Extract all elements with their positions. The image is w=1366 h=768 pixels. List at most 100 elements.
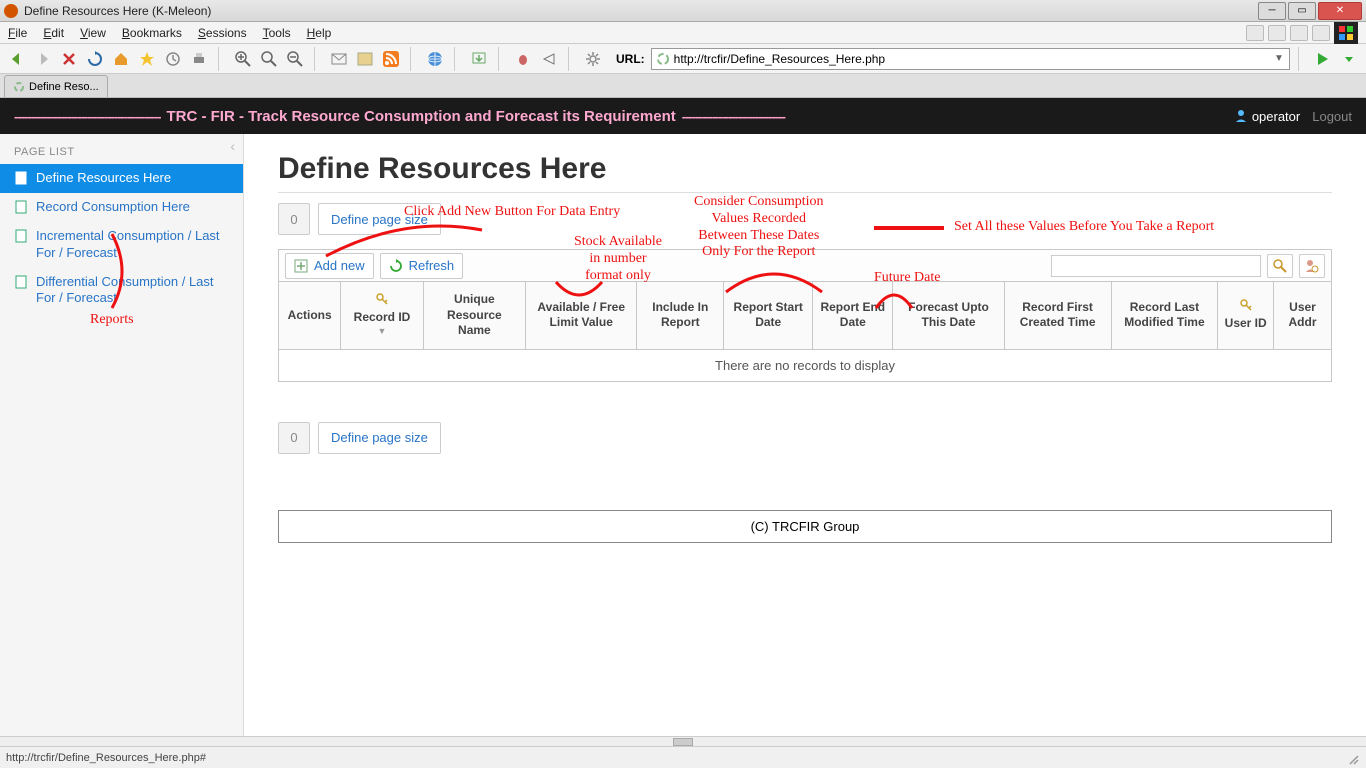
sidebar-item-differential[interactable]: Differential Consumption / Last For / Fo… xyxy=(0,268,243,314)
kmeleon-corner-icon[interactable] xyxy=(1334,22,1358,44)
col-resource-name[interactable]: Unique Resource Name xyxy=(423,282,525,350)
user-icon xyxy=(1234,109,1248,123)
annotation-reports: Reports xyxy=(90,312,134,329)
page-title: Define Resources Here xyxy=(278,152,1332,186)
toolbar-extra-icon[interactable] xyxy=(1268,25,1286,41)
col-user-addr[interactable]: User Addr xyxy=(1274,282,1332,350)
maximize-button[interactable]: ▭ xyxy=(1288,2,1316,20)
col-modified[interactable]: Record Last Modified Time xyxy=(1111,282,1218,350)
url-label: URL: xyxy=(616,52,645,66)
menu-sessions[interactable]: Sessions xyxy=(198,26,247,40)
loading-icon xyxy=(13,81,25,93)
empty-message: There are no records to display xyxy=(279,349,1332,381)
sidebar: ‹ PAGE LIST Define Resources Here Record… xyxy=(0,134,244,736)
sort-desc-icon: ▼ xyxy=(347,326,416,338)
menu-bookmarks[interactable]: Bookmarks xyxy=(122,26,182,40)
main-content: Define Resources Here Click Add New Butt… xyxy=(244,134,1366,736)
col-available[interactable]: Available / Free Limit Value xyxy=(526,282,637,350)
url-input[interactable] xyxy=(674,52,1269,66)
menu-edit[interactable]: Edit xyxy=(43,26,64,40)
refresh-button[interactable]: Refresh xyxy=(380,253,464,279)
reload-icon[interactable] xyxy=(84,48,106,70)
go-icon[interactable] xyxy=(1312,48,1334,70)
rss-icon[interactable] xyxy=(380,48,402,70)
menu-view[interactable]: View xyxy=(80,26,106,40)
app-header: ----------------------------------------… xyxy=(0,98,1366,134)
col-user-id[interactable]: User ID xyxy=(1218,282,1274,350)
home-icon[interactable] xyxy=(110,48,132,70)
header-dashes-left: ----------------------------------------… xyxy=(14,109,160,124)
stop-icon[interactable] xyxy=(58,48,80,70)
col-end-date[interactable]: Report End Date xyxy=(813,282,893,350)
news-icon[interactable] xyxy=(354,48,376,70)
col-start-date[interactable]: Report Start Date xyxy=(724,282,813,350)
sidebar-item-incremental[interactable]: Incremental Consumption / Last For / For… xyxy=(0,222,243,268)
browser-favicon xyxy=(4,4,18,18)
page-icon xyxy=(14,275,28,289)
tab-bar: Define Reso... xyxy=(0,74,1366,98)
user-link[interactable]: operator xyxy=(1234,109,1300,124)
menu-bar: File Edit View Bookmarks Sessions Tools … xyxy=(0,22,1366,44)
menu-file[interactable]: File xyxy=(8,26,27,40)
col-actions[interactable]: Actions xyxy=(279,282,341,350)
sidebar-collapse-icon[interactable]: ‹ xyxy=(230,138,235,154)
share-icon[interactable] xyxy=(538,48,560,70)
header-dashes-right: ------------------------------- xyxy=(682,109,785,124)
sidebar-item-define-resources[interactable]: Define Resources Here xyxy=(0,164,243,193)
close-button[interactable]: ✕ xyxy=(1318,2,1362,20)
table-toolbar: Add new Refresh xyxy=(278,249,1332,281)
url-dropdown-icon[interactable]: ▼ xyxy=(1273,53,1285,64)
page-icon xyxy=(14,200,28,214)
history-icon[interactable] xyxy=(162,48,184,70)
record-count-bottom: 0 xyxy=(278,422,310,454)
window-title: Define Resources Here (K-Meleon) xyxy=(24,4,1258,18)
globe-icon[interactable] xyxy=(424,48,446,70)
zoom-in-icon[interactable] xyxy=(232,48,254,70)
zoom-out-icon[interactable] xyxy=(284,48,306,70)
go-dropdown-icon[interactable] xyxy=(1338,48,1360,70)
col-include[interactable]: Include In Report xyxy=(637,282,724,350)
window-titlebar: Define Resources Here (K-Meleon) ─ ▭ ✕ xyxy=(0,0,1366,22)
col-record-id[interactable]: Record ID ▼ xyxy=(341,282,423,350)
user-search-icon xyxy=(1305,259,1319,273)
resize-grip-icon[interactable] xyxy=(1344,750,1360,766)
menu-tools[interactable]: Tools xyxy=(263,26,291,40)
back-icon[interactable] xyxy=(6,48,28,70)
zoom-reset-icon[interactable] xyxy=(258,48,280,70)
search-icon xyxy=(1273,259,1287,273)
record-count: 0 xyxy=(278,203,310,235)
refresh-icon xyxy=(389,259,403,273)
mail-icon[interactable] xyxy=(328,48,350,70)
add-icon xyxy=(294,259,308,273)
menu-help[interactable]: Help xyxy=(307,26,332,40)
favorites-icon[interactable] xyxy=(136,48,158,70)
download-icon[interactable] xyxy=(468,48,490,70)
page-icon xyxy=(14,171,28,185)
minimize-button[interactable]: ─ xyxy=(1258,2,1286,20)
header-title: TRC - FIR - Track Resource Consumption a… xyxy=(166,108,675,125)
bug-icon[interactable] xyxy=(512,48,534,70)
search-button[interactable] xyxy=(1267,254,1293,278)
horizontal-scrollbar[interactable] xyxy=(0,736,1366,746)
add-new-button[interactable]: Add new xyxy=(285,253,374,279)
url-bar[interactable]: ▼ xyxy=(651,48,1290,70)
browser-tab[interactable]: Define Reso... xyxy=(4,75,108,97)
browser-toolbar: URL: ▼ xyxy=(0,44,1366,74)
toolbar-extra-icon[interactable] xyxy=(1312,25,1330,41)
define-page-size-button[interactable]: Define page size xyxy=(318,203,441,235)
logout-link[interactable]: Logout xyxy=(1312,109,1352,124)
tab-label: Define Reso... xyxy=(29,81,99,93)
search-input[interactable] xyxy=(1051,255,1261,277)
toolbar-extra-icon[interactable] xyxy=(1246,25,1264,41)
footer: (C) TRCFIR Group xyxy=(278,510,1332,543)
define-page-size-button-bottom[interactable]: Define page size xyxy=(318,422,441,454)
data-table: Actions Record ID ▼ Unique Resource Name… xyxy=(278,281,1332,382)
advanced-search-button[interactable] xyxy=(1299,254,1325,278)
print-icon[interactable] xyxy=(188,48,210,70)
col-forecast-date[interactable]: Forecast Upto This Date xyxy=(893,282,1004,350)
forward-icon[interactable] xyxy=(32,48,54,70)
toolbar-extra-icon[interactable] xyxy=(1290,25,1308,41)
sidebar-item-record-consumption[interactable]: Record Consumption Here xyxy=(0,193,243,222)
col-created[interactable]: Record First Created Time xyxy=(1004,282,1111,350)
settings-icon[interactable] xyxy=(582,48,604,70)
